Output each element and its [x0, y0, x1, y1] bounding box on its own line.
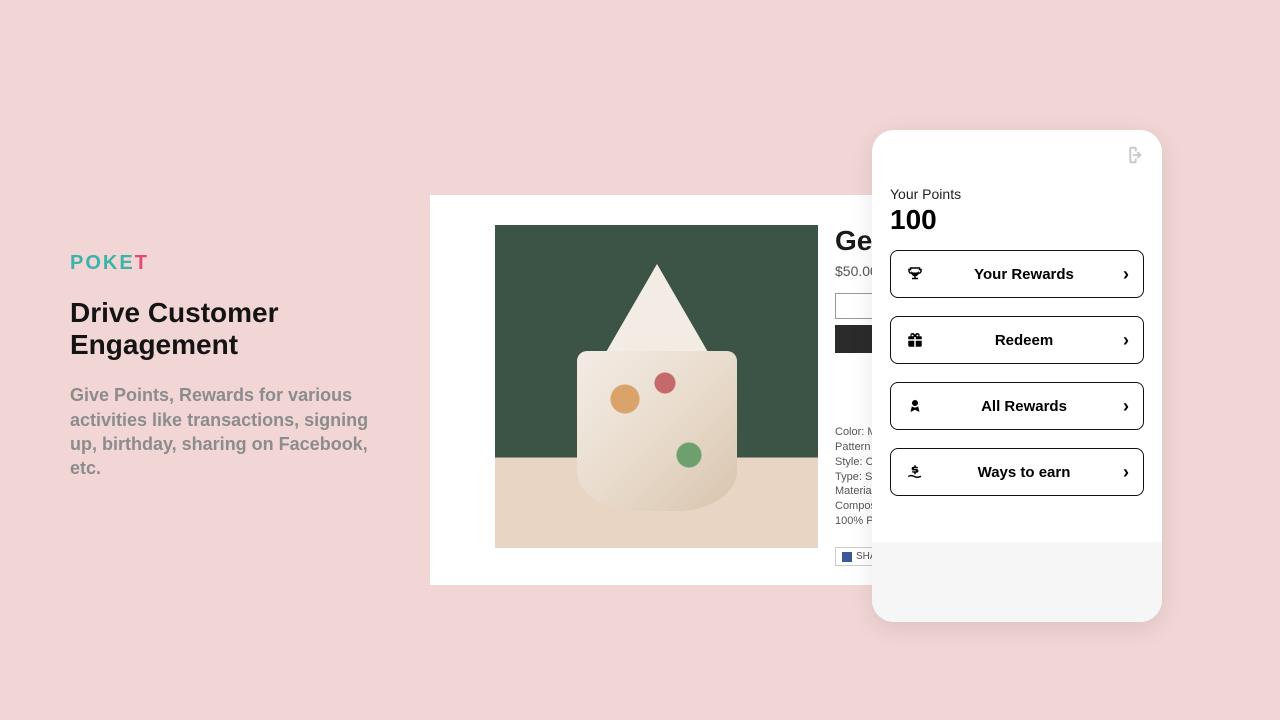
points-value: 100	[890, 204, 1144, 236]
chevron-right-icon: ›	[1123, 396, 1129, 417]
logo-part1: POKE	[70, 252, 135, 274]
panel-footer	[872, 542, 1162, 622]
product-image	[495, 225, 818, 548]
award-icon	[905, 397, 925, 415]
points-label: Your Points	[890, 186, 1144, 202]
scarf-illustration	[572, 264, 742, 519]
chevron-right-icon: ›	[1123, 330, 1129, 351]
brand-logo: POKET	[70, 252, 370, 275]
menu-redeem[interactable]: Redeem ›	[890, 316, 1144, 364]
chevron-right-icon: ›	[1123, 264, 1129, 285]
menu-label: Your Rewards	[925, 266, 1123, 283]
marketing-copy: POKET Drive Customer Engagement Give Poi…	[70, 252, 370, 481]
subtext: Give Points, Rewards for various activit…	[70, 383, 370, 480]
quantity-input[interactable]	[835, 293, 875, 319]
menu-label: All Rewards	[925, 398, 1123, 415]
menu-label: Ways to earn	[925, 464, 1123, 481]
trophy-icon	[905, 265, 925, 283]
headline: Drive Customer Engagement	[70, 297, 370, 361]
logout-icon	[1122, 144, 1144, 166]
menu-your-rewards[interactable]: Your Rewards ›	[890, 250, 1144, 298]
menu-label: Redeem	[925, 332, 1123, 349]
hand-coin-icon	[905, 463, 925, 481]
menu-all-rewards[interactable]: All Rewards ›	[890, 382, 1144, 430]
logout-button[interactable]	[1122, 144, 1144, 166]
menu-ways-to-earn[interactable]: Ways to earn ›	[890, 448, 1144, 496]
rewards-panel: Your Points 100 Your Rewards › Redeem › …	[872, 130, 1162, 622]
facebook-icon	[842, 552, 852, 562]
logo-part2: T	[135, 252, 149, 274]
chevron-right-icon: ›	[1123, 462, 1129, 483]
gift-icon	[905, 331, 925, 349]
